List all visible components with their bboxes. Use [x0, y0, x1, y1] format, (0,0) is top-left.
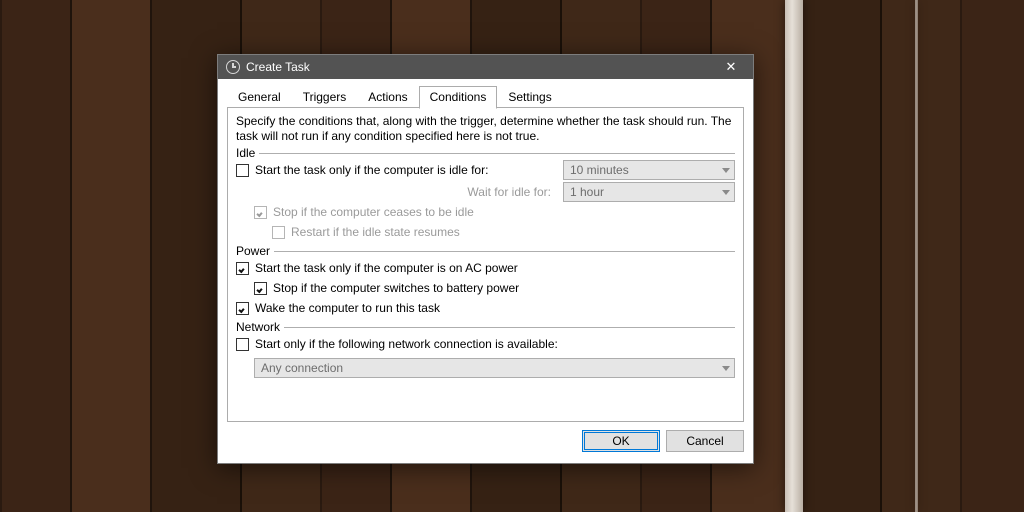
checkbox-start-if-idle[interactable]	[236, 164, 249, 177]
tab-settings[interactable]: Settings	[497, 86, 562, 108]
checkbox-wake-to-run[interactable]	[236, 302, 249, 315]
chevron-down-icon	[722, 366, 730, 371]
combo-wait-for-idle[interactable]: 1 hour	[563, 182, 735, 202]
row-start-if-idle: Start the task only if the computer is i…	[236, 160, 555, 180]
row-network-connection: Any connection	[236, 358, 735, 378]
scheduler-icon	[226, 60, 240, 74]
conditions-description: Specify the conditions that, along with …	[236, 114, 735, 144]
tab-general[interactable]: General	[227, 86, 292, 108]
titlebar[interactable]: Create Task ✕	[218, 55, 753, 79]
group-idle-label: Idle	[236, 146, 259, 160]
separator	[274, 251, 735, 252]
checkbox-stop-if-not-idle	[254, 206, 267, 219]
client-area: General Triggers Actions Conditions Sett…	[218, 79, 753, 463]
group-network-label: Network	[236, 320, 284, 334]
create-task-window: Create Task ✕ General Triggers Actions C…	[217, 54, 754, 464]
label-start-on-ac: Start the task only if the computer is o…	[255, 261, 518, 275]
tabstrip: General Triggers Actions Conditions Sett…	[227, 86, 744, 108]
combo-idle-duration-value: 10 minutes	[570, 163, 629, 177]
row-stop-on-battery: Stop if the computer switches to battery…	[236, 278, 735, 298]
chevron-down-icon	[722, 190, 730, 195]
label-restart-if-idle: Restart if the idle state resumes	[291, 225, 460, 239]
label-start-if-idle: Start the task only if the computer is i…	[255, 163, 488, 177]
group-network: Network	[236, 320, 735, 334]
conditions-page: Specify the conditions that, along with …	[227, 108, 744, 422]
checkbox-start-on-ac[interactable]	[236, 262, 249, 275]
checkbox-start-only-if-network[interactable]	[236, 338, 249, 351]
close-button[interactable]: ✕	[715, 55, 747, 79]
tab-conditions[interactable]: Conditions	[419, 86, 498, 109]
checkbox-restart-if-idle	[272, 226, 285, 239]
row-start-only-if-network: Start only if the following network conn…	[236, 334, 735, 354]
tab-triggers[interactable]: Triggers	[292, 86, 358, 108]
label-stop-if-not-idle: Stop if the computer ceases to be idle	[273, 205, 474, 219]
combo-network-connection[interactable]: Any connection	[254, 358, 735, 378]
tab-actions[interactable]: Actions	[357, 86, 418, 108]
group-power: Power	[236, 244, 735, 258]
combo-network-connection-value: Any connection	[261, 361, 343, 375]
label-start-only-if-network: Start only if the following network conn…	[255, 337, 558, 351]
desktop-background: Create Task ✕ General Triggers Actions C…	[0, 0, 1024, 512]
label-stop-on-battery: Stop if the computer switches to battery…	[273, 281, 519, 295]
ok-button[interactable]: OK	[582, 430, 660, 452]
background-streak	[785, 0, 803, 512]
window-title: Create Task	[246, 60, 715, 74]
row-start-on-ac: Start the task only if the computer is o…	[236, 258, 735, 278]
label-wait-for-idle: Wait for idle for:	[236, 185, 555, 199]
row-wake-to-run: Wake the computer to run this task	[236, 298, 735, 318]
row-restart-if-idle: Restart if the idle state resumes	[236, 222, 735, 242]
combo-wait-for-idle-value: 1 hour	[570, 185, 604, 199]
chevron-down-icon	[722, 168, 730, 173]
combo-idle-duration[interactable]: 10 minutes	[563, 160, 735, 180]
cancel-button[interactable]: Cancel	[666, 430, 744, 452]
group-power-label: Power	[236, 244, 274, 258]
group-idle: Idle	[236, 146, 735, 160]
separator	[284, 327, 735, 328]
label-wake-to-run: Wake the computer to run this task	[255, 301, 440, 315]
row-stop-if-not-idle: Stop if the computer ceases to be idle	[236, 202, 735, 222]
dialog-footer: OK Cancel	[227, 422, 744, 454]
checkbox-stop-on-battery[interactable]	[254, 282, 267, 295]
separator	[259, 153, 735, 154]
background-streak	[915, 0, 918, 512]
